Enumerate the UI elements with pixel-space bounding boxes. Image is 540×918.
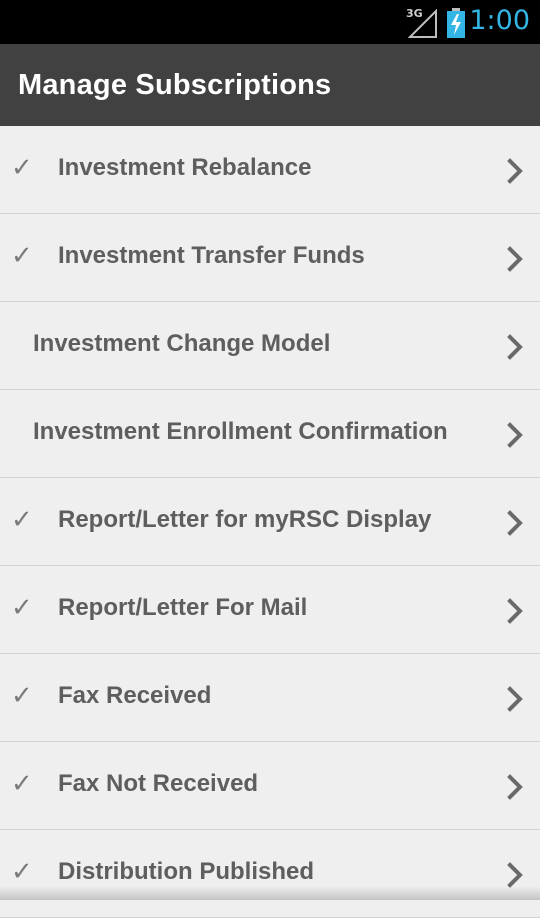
- subscription-row[interactable]: ✓ Report/Letter for myRSC Display: [0, 478, 540, 566]
- subscription-label: Report/Letter for myRSC Display: [58, 506, 431, 534]
- subscription-row[interactable]: ✓ Investment Rebalance: [0, 126, 540, 214]
- subscription-label: Investment Change Model: [33, 330, 330, 358]
- chevron-right-icon: [504, 774, 528, 800]
- check-icon: ✓: [11, 241, 33, 271]
- subscription-row[interactable]: Investment Change Model: [0, 302, 540, 390]
- check-icon: ✓: [11, 153, 33, 183]
- status-bar: 3G 1:00: [0, 0, 540, 44]
- chevron-right-icon: [504, 510, 528, 536]
- battery-charging-icon: [446, 8, 466, 38]
- subscription-label: Report/Letter For Mail: [58, 594, 307, 622]
- chevron-right-icon: [504, 422, 528, 448]
- subscription-row[interactable]: ✓ Report/Letter For Mail: [0, 566, 540, 654]
- check-icon: ✓: [11, 593, 33, 623]
- subscription-label: Fax Received: [58, 682, 211, 710]
- check-icon: ✓: [11, 857, 33, 887]
- signal-icon: [406, 9, 438, 39]
- subscription-label: Distribution Published: [58, 858, 314, 886]
- check-icon: ✓: [11, 505, 33, 535]
- chevron-right-icon: [504, 598, 528, 624]
- subscription-label: Investment Transfer Funds: [58, 242, 365, 270]
- check-icon: ✓: [11, 681, 33, 711]
- clock: 1:00: [469, 5, 530, 36]
- action-bar: Manage Subscriptions: [0, 44, 540, 126]
- subscription-label: Fax Not Received: [58, 770, 258, 798]
- subscription-row[interactable]: ✓ Investment Transfer Funds: [0, 214, 540, 302]
- page-title: Manage Subscriptions: [18, 69, 331, 102]
- chevron-right-icon: [504, 246, 528, 272]
- subscription-row[interactable]: Investment Enrollment Confirmation: [0, 390, 540, 478]
- subscription-row[interactable]: ✓ Fax Received: [0, 654, 540, 742]
- chevron-right-icon: [504, 334, 528, 360]
- subscription-row[interactable]: ✓ Fax Not Received: [0, 742, 540, 830]
- chevron-right-icon: [504, 158, 528, 184]
- chevron-right-icon: [504, 862, 528, 888]
- subscription-label: Investment Rebalance: [58, 154, 311, 182]
- subscription-row[interactable]: ✓ Distribution Published: [0, 830, 540, 918]
- chevron-right-icon: [504, 686, 528, 712]
- subscription-label: Investment Enrollment Confirmation: [33, 418, 448, 446]
- check-icon: ✓: [11, 769, 33, 799]
- subscription-list: ✓ Investment Rebalance ✓ Investment Transfe…: [0, 126, 540, 918]
